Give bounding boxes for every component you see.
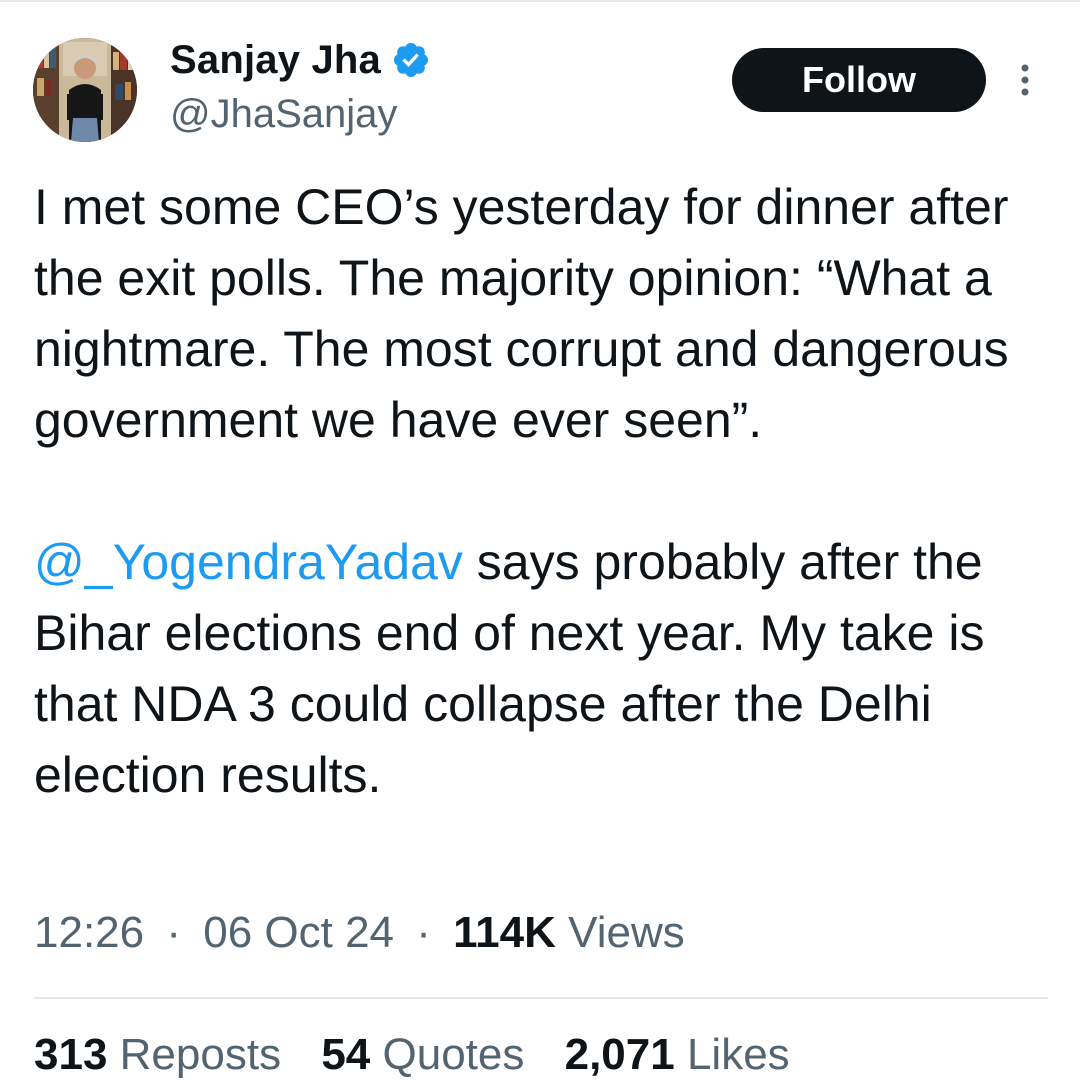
tweet-paragraph: I met some CEO’s yesterday for dinner af… (34, 179, 1009, 448)
views-count: 114K (453, 908, 556, 957)
mention-link[interactable]: @_YogendraYadav (34, 534, 463, 590)
author-handle[interactable]: @JhaSanjay (170, 92, 397, 137)
likes-label: Likes (686, 1030, 790, 1079)
meta-separator: · (416, 908, 431, 957)
meta-separator: · (166, 908, 181, 957)
tweet-text: I met some CEO’s yesterday for dinner af… (34, 172, 1054, 811)
tweet-meta: 12:26 · 06 Oct 24 · 114K Views (34, 908, 685, 958)
quotes-count: 54 (321, 1030, 371, 1079)
views-label: Views (568, 908, 685, 957)
tweet-time[interactable]: 12:26 (34, 908, 144, 957)
tweet-card: Sanjay Jha @JhaSanjay Follow I met some … (0, 0, 1080, 1079)
author-display-name[interactable]: Sanjay Jha (170, 38, 381, 83)
tweet-paragraph: @_YogendraYadav says probably after the … (34, 527, 1054, 811)
reposts-count: 313 (34, 1030, 108, 1079)
reposts-stat[interactable]: 313 Reposts (34, 1030, 281, 1079)
author-name-row: Sanjay Jha (170, 36, 431, 84)
likes-stat[interactable]: 2,071 Likes (565, 1030, 790, 1079)
more-vertical-icon[interactable] (1010, 62, 1040, 98)
avatar[interactable] (33, 38, 137, 142)
quotes-label: Quotes (382, 1030, 525, 1079)
tweet-date[interactable]: 06 Oct 24 (203, 908, 394, 957)
profile-photo (33, 38, 137, 142)
reposts-label: Reposts (119, 1030, 282, 1079)
follow-button[interactable]: Follow (732, 48, 986, 112)
engagement-stats: 313 Reposts 54 Quotes 2,071 Likes (34, 1030, 818, 1080)
quotes-stat[interactable]: 54 Quotes (321, 1030, 524, 1079)
verified-badge-icon[interactable] (391, 40, 431, 80)
stats-divider (34, 997, 1048, 999)
likes-count: 2,071 (564, 1030, 675, 1079)
